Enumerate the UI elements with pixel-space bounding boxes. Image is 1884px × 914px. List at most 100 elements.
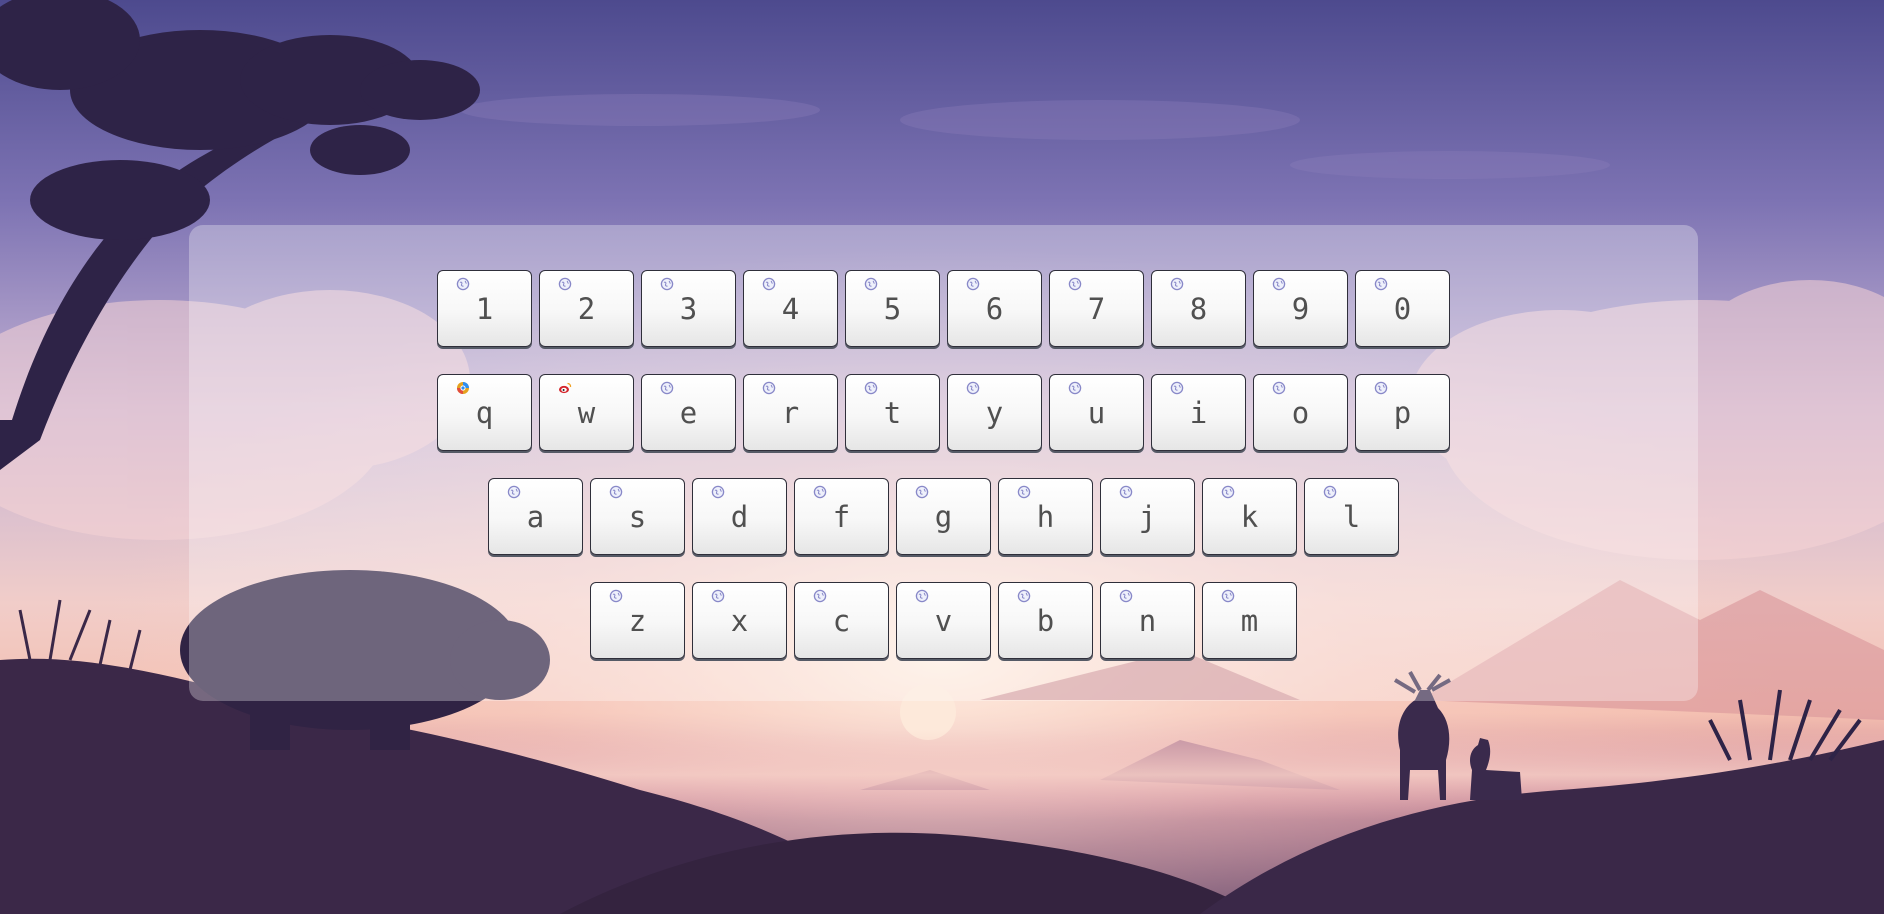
key-label: n — [1138, 604, 1157, 638]
globe-icon — [762, 381, 776, 395]
globe-icon — [660, 277, 674, 291]
key-g[interactable]: g — [896, 478, 991, 555]
key-label: 1 — [475, 292, 494, 326]
key-label: q — [475, 396, 494, 430]
globe-icon — [1272, 381, 1286, 395]
weibo-favicon-icon — [559, 382, 572, 394]
key-6[interactable]: 6 — [947, 270, 1042, 347]
key-8[interactable]: 8 — [1151, 270, 1246, 347]
key-row-4: zxcvbnm — [0, 582, 1884, 662]
globe-icon — [1221, 589, 1235, 603]
globe-icon — [1017, 485, 1031, 499]
globe-icon — [1068, 381, 1082, 395]
key-1[interactable]: 1 — [437, 270, 532, 347]
key-p[interactable]: p — [1355, 374, 1450, 451]
key-m[interactable]: m — [1202, 582, 1297, 659]
key-row-2: qwertyuiop — [0, 374, 1884, 454]
globe-icon — [813, 589, 827, 603]
key-label: t — [883, 396, 902, 430]
globe-icon — [456, 277, 470, 291]
key-row-3: a s d f g h j kl — [0, 478, 1884, 558]
globe-icon — [1119, 485, 1133, 499]
key-i[interactable]: i — [1151, 374, 1246, 451]
key-label: z — [628, 604, 647, 638]
key-a[interactable]: a — [488, 478, 583, 555]
key-label: 9 — [1291, 292, 1310, 326]
key-b[interactable]: b — [998, 582, 1093, 659]
key-label: j — [1138, 500, 1157, 534]
key-9[interactable]: 9 — [1253, 270, 1348, 347]
key-j[interactable]: j — [1100, 478, 1195, 555]
key-e[interactable]: e — [641, 374, 736, 451]
globe-icon — [915, 485, 929, 499]
globe-icon — [1323, 485, 1337, 499]
key-d[interactable]: d — [692, 478, 787, 555]
key-s[interactable]: s — [590, 478, 685, 555]
key-label: b — [1036, 604, 1055, 638]
key-label: u — [1087, 396, 1106, 430]
globe-icon — [609, 589, 623, 603]
globe-icon — [864, 381, 878, 395]
key-label: g — [934, 500, 953, 534]
globe-icon — [711, 485, 725, 499]
globe-icon — [864, 277, 878, 291]
key-label: e — [679, 396, 698, 430]
key-v[interactable]: v — [896, 582, 991, 659]
key-y[interactable]: y — [947, 374, 1042, 451]
key-2[interactable]: 2 — [539, 270, 634, 347]
globe-icon — [660, 381, 674, 395]
key-label: v — [934, 604, 953, 638]
key-q[interactable]: q — [437, 374, 532, 451]
key-label: p — [1393, 396, 1412, 430]
key-label: 0 — [1393, 292, 1412, 326]
globe-icon — [1119, 589, 1133, 603]
key-label: 5 — [883, 292, 902, 326]
key-label: r — [781, 396, 800, 430]
key-r[interactable]: r — [743, 374, 838, 451]
key-label: 3 — [679, 292, 698, 326]
key-0[interactable]: 0 — [1355, 270, 1450, 347]
key-f[interactable]: f — [794, 478, 889, 555]
key-h[interactable]: h — [998, 478, 1093, 555]
key-o[interactable]: o — [1253, 374, 1348, 451]
globe-icon — [762, 277, 776, 291]
key-label: d — [730, 500, 749, 534]
key-c[interactable]: c — [794, 582, 889, 659]
globe-icon — [1221, 485, 1235, 499]
globe-icon — [1374, 277, 1388, 291]
key-z[interactable]: z — [590, 582, 685, 659]
key-3[interactable]: 3 — [641, 270, 736, 347]
key-row-1: 1 2 3 4 5 6 7 8 9 0 — [0, 270, 1884, 350]
key-w[interactable]: w — [539, 374, 634, 451]
globe-icon — [966, 277, 980, 291]
globe-icon — [966, 381, 980, 395]
key-n[interactable]: n — [1100, 582, 1195, 659]
globe-icon — [1170, 381, 1184, 395]
key-label: y — [985, 396, 1004, 430]
key-label: 6 — [985, 292, 1004, 326]
key-4[interactable]: 4 — [743, 270, 838, 347]
key-t[interactable]: t — [845, 374, 940, 451]
globe-icon — [1374, 381, 1388, 395]
key-label: o — [1291, 396, 1310, 430]
key-7[interactable]: 7 — [1049, 270, 1144, 347]
globe-icon — [813, 485, 827, 499]
globe-icon — [609, 485, 623, 499]
key-label: i — [1189, 396, 1208, 430]
key-label: f — [832, 500, 851, 534]
globe-icon — [1017, 589, 1031, 603]
key-label: x — [730, 604, 749, 638]
key-l[interactable]: l — [1304, 478, 1399, 555]
key-5[interactable]: 5 — [845, 270, 940, 347]
key-label: 4 — [781, 292, 800, 326]
key-u[interactable]: u — [1049, 374, 1144, 451]
key-k[interactable]: k — [1202, 478, 1297, 555]
globe-icon — [711, 589, 725, 603]
key-label: s — [628, 500, 647, 534]
key-label: 7 — [1087, 292, 1106, 326]
key-label: w — [577, 396, 596, 430]
globe-icon — [1170, 277, 1184, 291]
globe-icon — [1068, 277, 1082, 291]
key-x[interactable]: x — [692, 582, 787, 659]
key-label: 8 — [1189, 292, 1208, 326]
